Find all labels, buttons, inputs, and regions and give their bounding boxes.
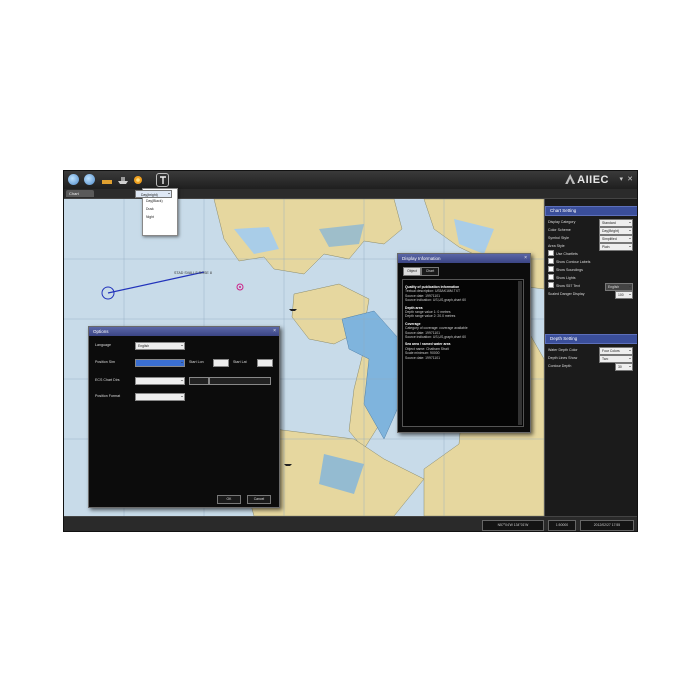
show-s57-text-checkbox[interactable] <box>548 282 554 288</box>
symbol-style-label: Symbol Style <box>548 236 569 240</box>
language-label: Language <box>95 343 111 347</box>
info-lines: Quality of publication information Textua… <box>405 285 521 360</box>
scaled-danger-label: Scaled Danger Display <box>548 292 585 296</box>
position-format-select[interactable] <box>135 393 185 401</box>
settings-panel: Chart Setting Display Category Standard C… <box>544 199 637 516</box>
scaled-danger-input[interactable]: 100 <box>615 291 633 299</box>
ok-button[interactable]: OK <box>217 495 241 504</box>
ecdis-window: AIIEC ▾ ✕ Day(bright) Day(White) Day(Bla… <box>63 170 638 532</box>
start-lon-label: Start Lon <box>189 360 204 364</box>
chart-dir-path-a[interactable] <box>189 377 209 385</box>
zoom-in-icon[interactable] <box>68 174 79 185</box>
close-icon[interactable]: ✕ <box>627 175 633 183</box>
use-chartlets-label: Use Chartlets <box>556 252 578 256</box>
language-select[interactable]: English <box>135 342 185 350</box>
scrollbar[interactable] <box>518 281 522 425</box>
info-line: Depth range value 2: 20.0 metres <box>405 314 456 319</box>
menu-item-night[interactable]: Night <box>143 213 177 221</box>
info-dialog-title: Display Information <box>402 256 441 261</box>
menu-item-dusk[interactable]: Dusk <box>143 205 177 213</box>
depth-lines-label: Depth Lines Show <box>548 356 578 360</box>
start-lon-input[interactable] <box>213 359 229 367</box>
contour-depth-label: Contour Depth <box>548 364 572 368</box>
menu-item-day-bright[interactable]: Day(bright) <box>135 190 172 198</box>
start-lat-input[interactable] <box>257 359 273 367</box>
palette-button[interactable] <box>132 173 144 187</box>
info-line: Source date: 19971101 <box>405 355 441 360</box>
info-line: Source indication: US,US,graph,chart 60 <box>405 298 467 303</box>
tab-chart-info[interactable]: Chart <box>421 267 439 276</box>
options-dialog: Options × Language English Position Sim S… <box>88 326 280 508</box>
aiiec-logo: AIIEC <box>565 174 609 186</box>
area-style-label: Area Style <box>548 244 565 248</box>
ecs-chart-dirs-select[interactable] <box>135 377 185 385</box>
text-tool-icon[interactable] <box>156 173 169 187</box>
show-contour-labels-label: Show Contour Labels <box>556 260 591 264</box>
show-lights-label: Show Lights <box>556 276 576 280</box>
start-lat-label: Start Lat <box>233 360 247 364</box>
status-coords: N57°04'W 134°01'W <box>482 520 544 531</box>
info-dialog-titlebar[interactable]: Display Information × <box>398 254 530 263</box>
options-dialog-title: Options <box>93 329 109 334</box>
show-soundings-label: Show Soundings <box>556 268 583 272</box>
position-sim-label: Position Sim <box>95 360 115 364</box>
cancel-button[interactable]: Cancel <box>247 495 271 504</box>
show-contour-labels-checkbox[interactable] <box>548 258 554 264</box>
status-scale: 1:50000 <box>548 520 576 531</box>
display-information-dialog: Display Information × Object Chart Qualit… <box>397 253 531 433</box>
map-label: STAD SVALLS ROSE 8 <box>174 271 212 275</box>
use-chartlets-checkbox[interactable] <box>548 250 554 256</box>
status-bar: N57°04'W 134°01'W 1:50000 2012/02/27 17:… <box>64 516 637 531</box>
tab-chart[interactable]: Chart <box>66 190 94 197</box>
options-dialog-titlebar[interactable]: Options × <box>89 327 279 336</box>
zoom-out-icon[interactable] <box>84 174 95 185</box>
position-sim-select[interactable] <box>135 359 185 367</box>
info-text-area[interactable]: Quality of publication information Textua… <box>402 279 524 427</box>
show-s57-text-label: Show S57 Text <box>556 284 580 288</box>
status-datetime: 2012/02/27 17:55 <box>580 520 634 531</box>
color-scheme-label: Color Scheme <box>548 228 571 232</box>
minimize-icon[interactable]: ▾ <box>619 175 623 183</box>
depth-setting-header: Depth Setting <box>545 334 637 344</box>
toolbar: AIIEC ▾ ✕ <box>64 171 637 189</box>
show-soundings-checkbox[interactable] <box>548 266 554 272</box>
water-depth-color-label: Water Depth Color <box>548 348 578 352</box>
display-category-label: Display Category <box>548 220 576 224</box>
ship-icon[interactable] <box>116 173 130 187</box>
chart-setting-header: Chart Setting <box>545 206 637 216</box>
position-format-label: Position Format <box>95 394 121 398</box>
color-scheme-menu: Day(bright) Day(White) Day(Black) Dusk N… <box>135 188 178 236</box>
close-icon[interactable]: × <box>273 327 276 336</box>
info-line: Source indication: US,US,graph,chart 60 <box>405 335 467 340</box>
chart-dir-path-b[interactable] <box>209 377 271 385</box>
tab-object[interactable]: Object <box>403 267 421 276</box>
ecs-chart-dirs-label: ECS Chart Dirs <box>95 378 120 382</box>
close-icon[interactable]: × <box>524 254 527 263</box>
contour-depth-input[interactable]: 30 <box>615 363 633 371</box>
chart-mode-button[interactable] <box>100 173 114 187</box>
show-lights-checkbox[interactable] <box>548 274 554 280</box>
